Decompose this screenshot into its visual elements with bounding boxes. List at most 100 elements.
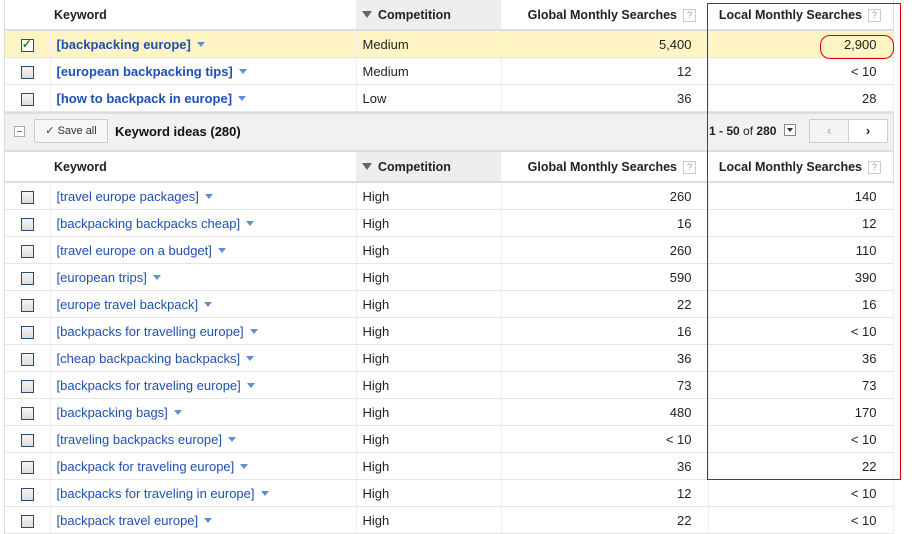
keyword-link[interactable]: [backpacking backpacks cheap] — [57, 216, 241, 231]
previous-page-button[interactable]: ‹ — [810, 120, 849, 142]
global-searches-cell: 480 — [501, 398, 709, 426]
row-checkbox-cell — [5, 479, 51, 507]
keyword-cell[interactable]: [traveling backpacks europe] — [50, 425, 356, 453]
save-all-button[interactable]: ✓ Save all — [34, 119, 108, 143]
keyword-link[interactable]: [backpacking europe] — [57, 37, 191, 52]
row-checkbox[interactable] — [20, 433, 34, 447]
global-searches-column-header[interactable]: Global Monthly Searches? — [501, 152, 708, 183]
row-checkbox[interactable] — [20, 514, 34, 528]
keyword-dropdown-icon[interactable] — [238, 95, 247, 101]
keyword-cell[interactable]: [backpacks for traveling europe] — [50, 371, 356, 399]
row-checkbox[interactable] — [20, 217, 34, 231]
keyword-link[interactable]: [europe travel backpack] — [57, 297, 199, 312]
row-checkbox[interactable] — [20, 92, 34, 106]
row-checkbox[interactable] — [20, 379, 34, 393]
local-searches-column-header[interactable]: Local Monthly Searches? — [708, 0, 893, 31]
keyword-cell[interactable]: [cheap backpacking backpacks] — [50, 344, 356, 372]
keyword-cell[interactable]: [backpacking bags] — [50, 398, 356, 426]
global-searches-column-header[interactable]: Global Monthly Searches? — [501, 0, 708, 31]
keyword-cell[interactable]: [travel europe on a budget] — [50, 236, 356, 264]
keyword-link[interactable]: [backpacks for travelling europe] — [57, 324, 244, 339]
competition-cell: High — [355, 209, 502, 237]
keyword-row: [europe travel backpack] High 22 16 — [5, 290, 894, 318]
help-icon[interactable]: ? — [683, 160, 696, 174]
competition-cell: High — [355, 479, 502, 507]
competition-cell: Medium — [355, 30, 502, 58]
keyword-cell[interactable]: [backpacking backpacks cheap] — [50, 209, 356, 237]
row-checkbox[interactable] — [20, 460, 34, 474]
competition-cell: High — [355, 182, 502, 210]
keyword-link[interactable]: [european trips] — [57, 270, 147, 285]
keyword-dropdown-icon[interactable] — [196, 41, 205, 47]
keyword-dropdown-icon[interactable] — [227, 436, 236, 442]
keyword-link[interactable]: [backpacking bags] — [57, 405, 168, 420]
keyword-link[interactable]: [how to backpack in europe] — [57, 91, 233, 106]
keyword-dropdown-icon[interactable] — [238, 68, 247, 74]
row-checkbox[interactable] — [20, 298, 34, 312]
row-checkbox-cell — [5, 506, 51, 534]
keyword-link[interactable]: [cheap backpacking backpacks] — [57, 351, 241, 366]
keyword-cell[interactable]: [backpack for traveling europe] — [50, 452, 356, 480]
keyword-cell[interactable]: [backpack travel europe] — [50, 506, 356, 534]
competition-cell: High — [355, 317, 502, 345]
global-searches-cell: 260 — [501, 236, 709, 264]
keyword-row: [how to backpack in europe] Low 36 28 — [5, 84, 894, 112]
keyword-dropdown-icon[interactable] — [204, 193, 213, 199]
row-checkbox[interactable] — [20, 325, 34, 339]
global-searches-cell: 36 — [501, 344, 709, 372]
keyword-dropdown-icon[interactable] — [246, 355, 255, 361]
select-column-header — [5, 0, 50, 31]
row-checkbox[interactable] — [20, 65, 34, 79]
keyword-cell[interactable]: [european trips] — [50, 263, 356, 291]
page-size-dropdown[interactable] — [783, 124, 796, 136]
row-checkbox[interactable] — [20, 244, 34, 258]
row-checkbox[interactable] — [20, 271, 34, 285]
row-checkbox-cell — [5, 425, 51, 453]
help-icon[interactable]: ? — [868, 8, 881, 22]
row-checkbox[interactable] — [20, 190, 34, 204]
keyword-dropdown-icon[interactable] — [246, 382, 255, 388]
keyword-cell[interactable]: [how to backpack in europe] — [50, 84, 356, 112]
keyword-link[interactable]: [travel europe packages] — [57, 189, 199, 204]
keyword-cell[interactable]: [european backpacking tips] — [50, 57, 356, 85]
keyword-dropdown-icon[interactable] — [240, 463, 249, 469]
keyword-cell[interactable]: [travel europe packages] — [50, 182, 356, 210]
keyword-dropdown-icon[interactable] — [173, 409, 182, 415]
keyword-row: [backpacks for traveling in europe] High 1… — [5, 479, 894, 507]
keyword-dropdown-icon[interactable] — [152, 274, 161, 280]
row-checkbox[interactable] — [20, 37, 34, 52]
row-checkbox[interactable] — [20, 406, 34, 420]
row-checkbox[interactable] — [20, 487, 34, 501]
keyword-dropdown-icon[interactable] — [246, 220, 255, 226]
keyword-link[interactable]: [backpacks for traveling europe] — [57, 378, 241, 393]
keyword-dropdown-icon[interactable] — [249, 328, 258, 334]
keyword-link[interactable]: [backpacks for traveling in europe] — [57, 486, 255, 501]
help-icon[interactable]: ? — [868, 160, 881, 174]
pagination-buttons: ‹ › — [809, 119, 888, 143]
local-searches-cell: < 10 — [708, 57, 894, 85]
competition-column-header[interactable]: Competition — [356, 0, 501, 31]
keyword-cell[interactable]: [backpacks for travelling europe] — [50, 317, 356, 345]
keyword-dropdown-icon[interactable] — [260, 490, 269, 496]
next-page-button[interactable]: › — [849, 120, 887, 142]
competition-column-header[interactable]: Competition — [356, 152, 501, 183]
local-searches-cell: 36 — [708, 344, 894, 372]
keyword-row: [backpacking bags] High 480 170 — [5, 398, 894, 426]
keyword-dropdown-icon[interactable] — [217, 247, 226, 253]
keyword-cell[interactable]: [backpacking europe] — [50, 30, 356, 58]
help-icon[interactable]: ? — [683, 8, 696, 22]
collapse-icon[interactable] — [14, 126, 25, 137]
keyword-cell[interactable]: [europe travel backpack] — [50, 290, 356, 318]
keyword-dropdown-icon[interactable] — [204, 517, 213, 523]
keyword-column-header[interactable]: Keyword — [50, 0, 356, 31]
keyword-cell[interactable]: [backpacks for traveling in europe] — [50, 479, 356, 507]
keyword-link[interactable]: [european backpacking tips] — [57, 64, 233, 79]
local-searches-column-header[interactable]: Local Monthly Searches? — [708, 152, 893, 183]
keyword-link[interactable]: [travel europe on a budget] — [57, 243, 212, 258]
row-checkbox[interactable] — [20, 352, 34, 366]
keyword-link[interactable]: [backpack for traveling europe] — [57, 459, 235, 474]
keyword-dropdown-icon[interactable] — [204, 301, 213, 307]
keyword-column-header[interactable]: Keyword — [50, 152, 356, 183]
keyword-link[interactable]: [backpack travel europe] — [57, 513, 199, 528]
keyword-link[interactable]: [traveling backpacks europe] — [57, 432, 222, 447]
